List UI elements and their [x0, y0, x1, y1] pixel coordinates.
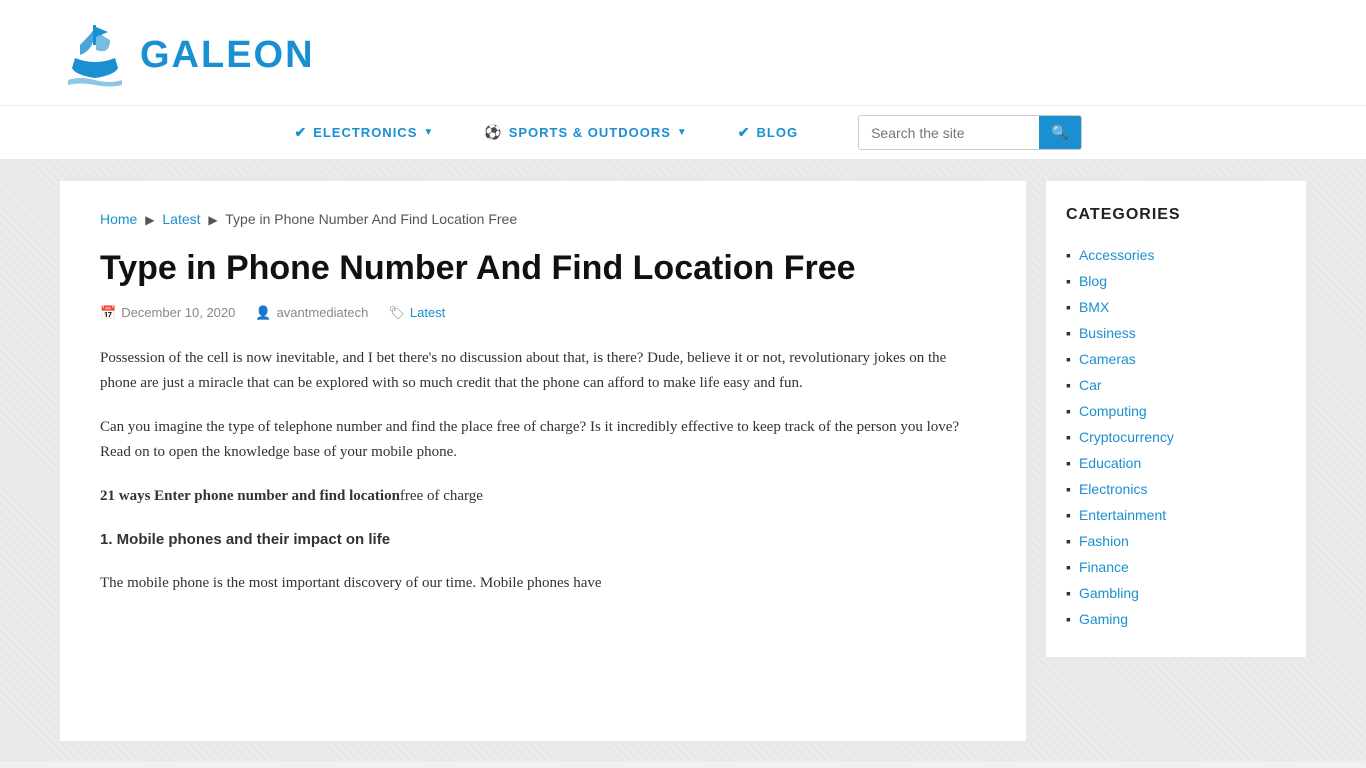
tag-icon: 🏷: [388, 305, 405, 321]
sports-dropdown-icon: ▼: [677, 127, 688, 138]
category-link[interactable]: Education: [1079, 455, 1141, 471]
article-bold-line: 21 ways Enter phone number and find loca…: [100, 484, 986, 510]
nav-sports[interactable]: ⚽ SPORTS & OUTDOORS ▼: [474, 106, 698, 159]
categories-box: CATEGORIES ▪ Accessories ▪ Blog ▪ BMX ▪ Busines…: [1046, 181, 1306, 657]
category-bullet: ▪: [1066, 533, 1071, 549]
article-body: Possession of the cell is now inevitable…: [100, 346, 986, 597]
category-item: ▪ Education: [1066, 450, 1286, 476]
sports-icon: ⚽: [484, 124, 502, 141]
meta-category: 🏷 Latest: [388, 305, 445, 321]
logo-icon: [60, 20, 130, 90]
category-item: ▪ Blog: [1066, 268, 1286, 294]
article-para-2: Can you imagine the type of telephone nu…: [100, 415, 986, 466]
category-bullet: ▪: [1066, 585, 1071, 601]
breadcrumb-current: Type in Phone Number And Find Location F…: [225, 211, 517, 227]
article-title: Type in Phone Number And Find Location F…: [100, 247, 986, 290]
article-author: avantmediatech: [277, 305, 369, 320]
category-bullet: ▪: [1066, 247, 1071, 263]
category-link[interactable]: Car: [1079, 377, 1102, 393]
category-item: ▪ Car: [1066, 372, 1286, 398]
category-link[interactable]: Gambling: [1079, 585, 1139, 601]
bold-lead: 21 ways Enter phone number and find loca…: [100, 488, 400, 504]
blog-check-icon: ✔: [738, 124, 751, 141]
category-link[interactable]: Entertainment: [1079, 507, 1166, 523]
article-meta: 📅 December 10, 2020 👤 avantmediatech 🏷 L…: [100, 305, 986, 321]
category-bullet: ▪: [1066, 429, 1071, 445]
category-link[interactable]: Gaming: [1079, 611, 1128, 627]
nav-electronics[interactable]: ✔ ELECTRONICS ▼: [284, 106, 444, 159]
article-para-1: Possession of the cell is now inevitable…: [100, 346, 986, 397]
category-item: ▪ Gaming: [1066, 606, 1286, 632]
category-item: ▪ Accessories: [1066, 242, 1286, 268]
breadcrumb: Home ▶ Latest ▶ Type in Phone Number And…: [100, 211, 986, 227]
category-link[interactable]: Computing: [1079, 403, 1147, 419]
category-link[interactable]: Accessories: [1079, 247, 1154, 263]
category-bullet: ▪: [1066, 403, 1071, 419]
search-button[interactable]: 🔍: [1039, 116, 1080, 149]
logo-text: GALEON: [140, 34, 315, 77]
bold-line-normal: free of charge: [400, 488, 483, 504]
meta-date: 📅 December 10, 2020: [100, 305, 235, 321]
category-bullet: ▪: [1066, 377, 1071, 393]
category-item: ▪ Cryptocurrency: [1066, 424, 1286, 450]
category-link[interactable]: Cryptocurrency: [1079, 429, 1174, 445]
category-bullet: ▪: [1066, 559, 1071, 575]
categories-title: CATEGORIES: [1066, 206, 1286, 224]
nav-blog[interactable]: ✔ BLOG: [728, 106, 808, 159]
author-icon: 👤: [255, 305, 271, 321]
category-item: ▪ BMX: [1066, 294, 1286, 320]
breadcrumb-sep-1: ▶: [145, 213, 154, 227]
electronics-label: ELECTRONICS: [313, 125, 417, 140]
category-bullet: ▪: [1066, 455, 1071, 471]
category-item: ▪ Computing: [1066, 398, 1286, 424]
search-input[interactable]: [859, 117, 1039, 149]
category-link[interactable]: BMX: [1079, 299, 1109, 315]
electronics-check-icon: ✔: [294, 124, 307, 141]
article-category[interactable]: Latest: [410, 305, 445, 320]
breadcrumb-sep-2: ▶: [208, 213, 217, 227]
article-subheading: 1. Mobile phones and their impact on lif…: [100, 527, 986, 553]
breadcrumb-home[interactable]: Home: [100, 211, 137, 227]
category-bullet: ▪: [1066, 507, 1071, 523]
category-link[interactable]: Finance: [1079, 559, 1129, 575]
category-link[interactable]: Electronics: [1079, 481, 1147, 497]
category-link[interactable]: Fashion: [1079, 533, 1129, 549]
category-item: ▪ Electronics: [1066, 476, 1286, 502]
category-bullet: ▪: [1066, 351, 1071, 367]
category-item: ▪ Fashion: [1066, 528, 1286, 554]
calendar-icon: 📅: [100, 305, 116, 321]
category-bullet: ▪: [1066, 299, 1071, 315]
electronics-dropdown-icon: ▼: [423, 127, 434, 138]
sidebar: CATEGORIES ▪ Accessories ▪ Blog ▪ BMX ▪ Busines…: [1046, 181, 1306, 741]
nav-inner: ✔ ELECTRONICS ▼ ⚽ SPORTS & OUTDOORS ▼ ✔ …: [60, 106, 1306, 159]
category-item: ▪ Gambling: [1066, 580, 1286, 606]
breadcrumb-latest[interactable]: Latest: [162, 211, 200, 227]
blog-label: BLOG: [757, 125, 799, 140]
search-box[interactable]: 🔍: [858, 115, 1081, 150]
categories-list: ▪ Accessories ▪ Blog ▪ BMX ▪ Business ▪ Cameras ▪ C…: [1066, 242, 1286, 632]
logo-area[interactable]: GALEON: [60, 20, 1306, 90]
category-bullet: ▪: [1066, 325, 1071, 341]
category-bullet: ▪: [1066, 481, 1071, 497]
site-header: GALEON: [0, 0, 1366, 106]
page-background: Home ▶ Latest ▶ Type in Phone Number And…: [0, 161, 1366, 761]
category-bullet: ▪: [1066, 273, 1071, 289]
category-link[interactable]: Cameras: [1079, 351, 1136, 367]
sports-label: SPORTS & OUTDOORS: [509, 125, 671, 140]
category-item: ▪ Business: [1066, 320, 1286, 346]
category-item: ▪ Finance: [1066, 554, 1286, 580]
meta-author: 👤 avantmediatech: [255, 305, 368, 321]
category-bullet: ▪: [1066, 611, 1071, 627]
category-link[interactable]: Blog: [1079, 273, 1107, 289]
category-item: ▪ Entertainment: [1066, 502, 1286, 528]
main-content: Home ▶ Latest ▶ Type in Phone Number And…: [60, 181, 1026, 741]
main-nav: ✔ ELECTRONICS ▼ ⚽ SPORTS & OUTDOORS ▼ ✔ …: [0, 106, 1366, 161]
category-item: ▪ Cameras: [1066, 346, 1286, 372]
article-date: December 10, 2020: [121, 305, 235, 320]
article-sub-para: The mobile phone is the most important d…: [100, 571, 986, 597]
category-link[interactable]: Business: [1079, 325, 1136, 341]
